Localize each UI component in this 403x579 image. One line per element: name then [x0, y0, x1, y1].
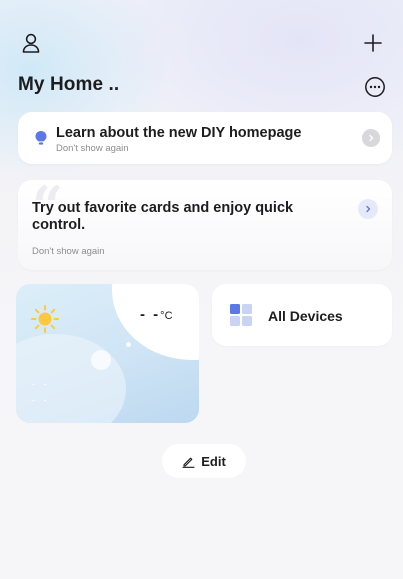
top-bar: [4, 4, 398, 64]
plus-icon: [364, 34, 382, 52]
person-icon: [22, 33, 40, 53]
all-devices-card[interactable]: All Devices: [212, 284, 392, 346]
temperature-unit: °C: [160, 310, 173, 322]
weather-bubble-small: [126, 342, 131, 347]
diy-banner-chevron[interactable]: [362, 129, 380, 147]
diy-homepage-banner[interactable]: Learn about the new DIY homepage Don't s…: [18, 112, 392, 164]
more-horizontal-icon: [365, 77, 385, 97]
favorite-banner-dismiss[interactable]: Don't show again: [32, 246, 105, 257]
weather-details: - - - -: [32, 376, 50, 408]
bulb-icon: [35, 131, 47, 145]
more-button[interactable]: [362, 74, 388, 100]
home-header: My Home ..: [4, 68, 398, 104]
profile-button[interactable]: [16, 28, 46, 58]
chevron-right-icon: [369, 134, 374, 142]
pencil-icon: [182, 457, 195, 468]
app-frame: My Home .. Learn about the new DIY homep…: [4, 4, 398, 576]
all-devices-label: All Devices: [268, 308, 343, 324]
sun-icon: [31, 305, 59, 333]
edit-label: Edit: [201, 453, 226, 469]
diy-banner-dismiss[interactable]: Don't show again: [56, 143, 129, 154]
home-title[interactable]: My Home ..: [18, 74, 119, 96]
add-button[interactable]: [358, 28, 388, 58]
favorite-banner-chevron[interactable]: [358, 199, 378, 219]
weather-temperature: - -°C: [140, 306, 173, 323]
favorite-banner-title: Try out favorite cards and enjoy quick c…: [32, 200, 294, 233]
edit-button[interactable]: Edit: [162, 444, 246, 478]
weather-card[interactable]: - -°C - - - -: [16, 284, 199, 423]
grid-icon: [230, 304, 252, 326]
diy-banner-title: Learn about the new DIY homepage: [56, 125, 302, 141]
weather-bubble: [91, 350, 111, 370]
favorite-cards-banner[interactable]: “ Try out favorite cards and enjoy quick…: [18, 180, 392, 270]
weather-detail-line: - -: [32, 379, 50, 389]
chevron-right-icon: [366, 205, 371, 213]
weather-detail-line: - -: [32, 395, 50, 405]
temperature-value: - -: [140, 306, 161, 323]
